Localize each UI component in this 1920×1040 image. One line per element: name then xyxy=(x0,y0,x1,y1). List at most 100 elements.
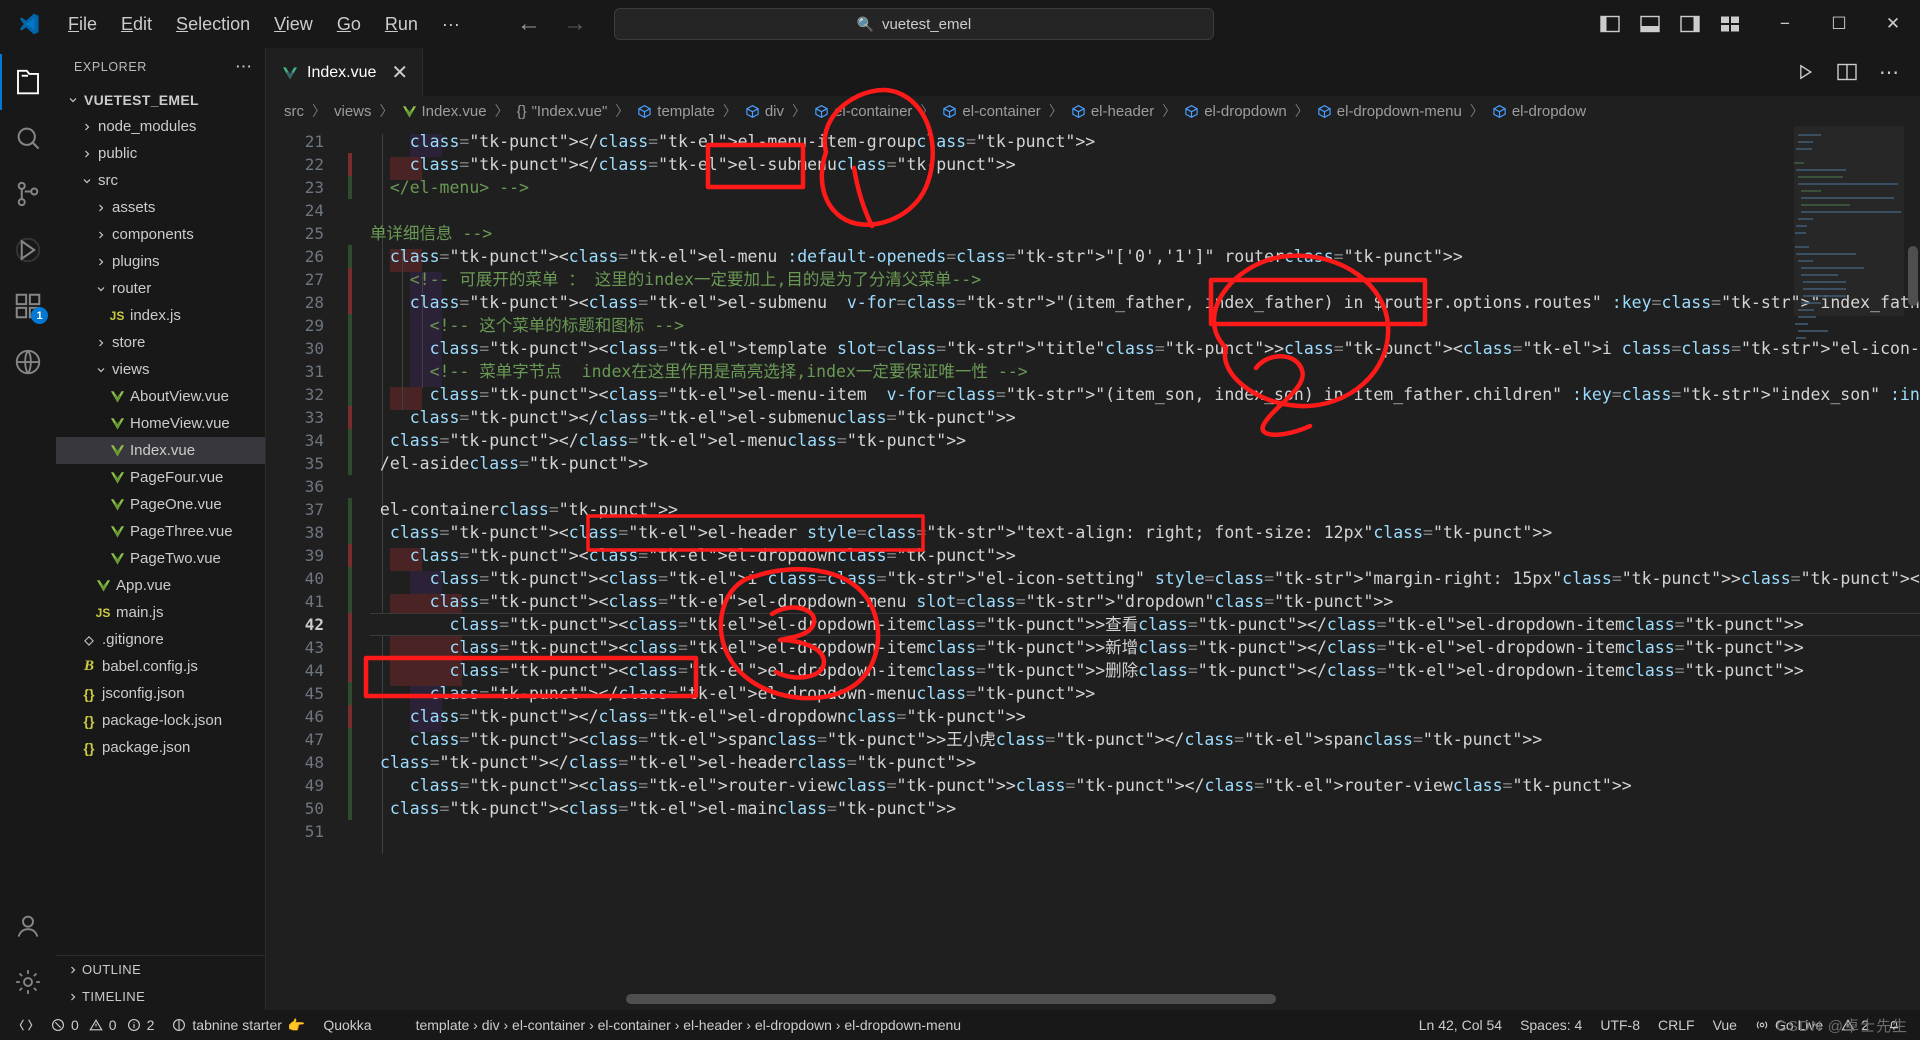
code-line[interactable]: class="tk-punct"></class="tk-el">el-menu… xyxy=(370,429,1920,452)
tree-root[interactable]: VUETEST_EMEL xyxy=(56,86,265,113)
status-cursor-position[interactable]: Ln 42, Col 54 xyxy=(1410,1010,1511,1040)
code-line[interactable]: class="tk-punct"><class="tk-el">el-menu-… xyxy=(370,383,1920,406)
arrow-right-icon[interactable]: → xyxy=(562,12,588,36)
split-editor-icon[interactable] xyxy=(1834,59,1860,85)
tree-item-store[interactable]: store xyxy=(56,329,265,356)
breadcrumb-item-div[interactable]: div xyxy=(743,103,786,120)
command-center-search[interactable]: 🔍 vuetest_emel xyxy=(613,8,1214,40)
code-line[interactable] xyxy=(370,820,1920,843)
run-icon[interactable] xyxy=(1792,59,1818,85)
tree-item-plugins[interactable]: plugins xyxy=(56,248,265,275)
breadcrumb-item--index-vue-[interactable]: {} "Index.vue" xyxy=(515,103,610,120)
toggle-panel-icon[interactable] xyxy=(1636,12,1664,36)
menu-more[interactable]: ··· xyxy=(430,9,472,40)
tree-item-package-json[interactable]: {} package.json xyxy=(56,734,265,761)
code-line[interactable]: class="tk-punct"><class="tk-el">el-menu … xyxy=(370,245,1920,268)
vertical-scrollbar[interactable] xyxy=(1908,246,1918,306)
code-line[interactable]: class="tk-punct"></class="tk-el">el-subm… xyxy=(370,153,1920,176)
breadcrumb-item-el-dropdown-menu[interactable]: el-dropdown-menu xyxy=(1315,103,1464,120)
section-timeline[interactable]: TIMELINE xyxy=(56,983,265,1010)
menu-file[interactable]: File xyxy=(56,9,109,40)
breadcrumb[interactable]: src 〉 views 〉 Index.vue 〉 {} "Index.vue" 〉 templa… xyxy=(266,96,1920,126)
tree-item-assets[interactable]: assets xyxy=(56,194,265,221)
code-line[interactable]: class="tk-punct"><class="tk-el">el-subme… xyxy=(370,291,1920,314)
minimize-button[interactable]: − xyxy=(1758,0,1812,48)
status-eol[interactable]: CRLF xyxy=(1649,1010,1704,1040)
tree-item-jsconfig-json[interactable]: {} jsconfig.json xyxy=(56,680,265,707)
code-line[interactable]: class="tk-punct"><class="tk-el">spanclas… xyxy=(370,728,1920,751)
toggle-secondary-sidebar-icon[interactable] xyxy=(1676,12,1704,36)
breadcrumb-item-el-dropdown[interactable]: el-dropdown xyxy=(1182,103,1289,120)
remote-indicator[interactable] xyxy=(10,1010,42,1040)
code-line[interactable]: <!-- 可展开的菜单 ： 这里的index一定要加上,目的是为了分清父菜单--… xyxy=(370,268,1920,291)
toggle-primary-sidebar-icon[interactable] xyxy=(1596,12,1624,36)
code-line[interactable]: 单详细信息 --> xyxy=(370,222,1920,245)
code-line[interactable]: class="tk-punct"></class="tk-el">el-menu… xyxy=(370,130,1920,153)
status-tabnine[interactable]: tabnine starter 👉 xyxy=(163,1010,314,1040)
ellipsis-icon[interactable]: ⋯ xyxy=(235,57,253,77)
tree-item-aboutview-vue[interactable]: AboutView.vue xyxy=(56,383,265,410)
breadcrumb-item-template[interactable]: template xyxy=(635,103,717,120)
tree-item-src[interactable]: src xyxy=(56,167,265,194)
breadcrumb-item-el-header[interactable]: el-header xyxy=(1069,103,1156,120)
code-editor[interactable]: 21 22 23 24 25 26 27 28 29 30 31 32 33 34 35 36 37 38 39 40… xyxy=(266,126,1920,1010)
tree-item-main-js[interactable]: JS main.js xyxy=(56,599,265,626)
code-line[interactable]: <!-- 这个菜单的标题和图标 --> xyxy=(370,314,1920,337)
code-line[interactable]: class="tk-punct"><class="tk-el">el-dropd… xyxy=(370,544,1920,567)
breadcrumb-item-views[interactable]: views xyxy=(332,103,374,120)
horizontal-scrollbar[interactable] xyxy=(626,994,1276,1004)
status-symbol-path[interactable]: template › div › el-container › el-conta… xyxy=(407,1010,970,1040)
tree-item-homeview-vue[interactable]: HomeView.vue xyxy=(56,410,265,437)
code-line[interactable]: class="tk-punct"><class="tk-el">i class=… xyxy=(370,567,1920,590)
code-line[interactable] xyxy=(370,199,1920,222)
section-outline[interactable]: OUTLINE xyxy=(56,956,265,983)
code-line[interactable]: </el-menu> --> xyxy=(370,176,1920,199)
code-line[interactable]: el-containerclass="tk-punct">> xyxy=(370,498,1920,521)
customize-layout-icon[interactable] xyxy=(1716,12,1744,36)
tree-item-views[interactable]: views xyxy=(56,356,265,383)
sidebar-item-remote-explorer[interactable] xyxy=(0,334,56,390)
menu-run[interactable]: Run xyxy=(373,9,430,40)
tree-item-babel-config-js[interactable]: Bbabel.config.js xyxy=(56,653,265,680)
close-button[interactable]: ✕ xyxy=(1866,0,1920,48)
breadcrumb-item-el-container[interactable]: el-container xyxy=(812,103,914,120)
tree-item-pagethree-vue[interactable]: PageThree.vue xyxy=(56,518,265,545)
sidebar-item-extensions[interactable]: 1 xyxy=(0,278,56,334)
breadcrumb-item-el-container[interactable]: el-container xyxy=(940,103,1042,120)
menu-selection[interactable]: Selection xyxy=(164,9,262,40)
breadcrumb-item-el-dropdow[interactable]: el-dropdow xyxy=(1490,103,1588,120)
file-tree[interactable]: VUETEST_EMEL node_modules public src assets… xyxy=(56,86,265,955)
tree-item-public[interactable]: public xyxy=(56,140,265,167)
tree-item-pageone-vue[interactable]: PageOne.vue xyxy=(56,491,265,518)
code-line[interactable]: class="tk-punct"><class="tk-el">el-heade… xyxy=(370,521,1920,544)
tree-item-pagefour-vue[interactable]: PageFour.vue xyxy=(56,464,265,491)
breadcrumb-item-src[interactable]: src xyxy=(282,103,306,120)
code-line[interactable] xyxy=(370,475,1920,498)
tab-index-vue[interactable]: Index.vue ✕ xyxy=(266,48,424,96)
sidebar-item-run-and-debug[interactable] xyxy=(0,222,56,278)
close-icon[interactable]: ✕ xyxy=(391,63,408,83)
tree-item-index-js[interactable]: JS index.js xyxy=(56,302,265,329)
code-line[interactable]: class="tk-punct"><class="tk-el">el-dropd… xyxy=(370,636,1920,659)
status-encoding[interactable]: UTF-8 xyxy=(1591,1010,1649,1040)
breadcrumb-item-index-vue[interactable]: Index.vue xyxy=(400,103,489,120)
code-line[interactable]: class="tk-punct"><class="tk-el">el-dropd… xyxy=(370,613,1920,636)
menu-go[interactable]: Go xyxy=(325,9,373,40)
status-quokka[interactable]: Quokka xyxy=(314,1010,380,1040)
code-line[interactable]: class="tk-punct"><class="tk-el">el-dropd… xyxy=(370,590,1920,613)
code-line[interactable]: class="tk-punct"></class="tk-el">el-head… xyxy=(370,751,1920,774)
status-problems[interactable]: 0 0 2 xyxy=(42,1010,163,1040)
code-line[interactable]: class="tk-punct"><class="tk-el">el-mainc… xyxy=(370,797,1920,820)
menu-edit[interactable]: Edit xyxy=(109,9,164,40)
maximize-button[interactable]: ☐ xyxy=(1812,0,1866,48)
code-line[interactable]: class="tk-punct"></class="tk-el">el-drop… xyxy=(370,705,1920,728)
menu-view[interactable]: View xyxy=(262,9,325,40)
code-line[interactable]: <!-- 菜单字节点 index在这里作用是高亮选择,index一定要保证唯一性… xyxy=(370,360,1920,383)
gear-icon[interactable] xyxy=(0,954,56,1010)
tree-item--gitignore[interactable]: ◇ .gitignore xyxy=(56,626,265,653)
sidebar-item-source-control[interactable] xyxy=(0,166,56,222)
arrow-left-icon[interactable]: ← xyxy=(516,12,542,36)
tree-item-router[interactable]: router xyxy=(56,275,265,302)
tree-item-package-lock-json[interactable]: {} package-lock.json xyxy=(56,707,265,734)
tree-item-node-modules[interactable]: node_modules xyxy=(56,113,265,140)
